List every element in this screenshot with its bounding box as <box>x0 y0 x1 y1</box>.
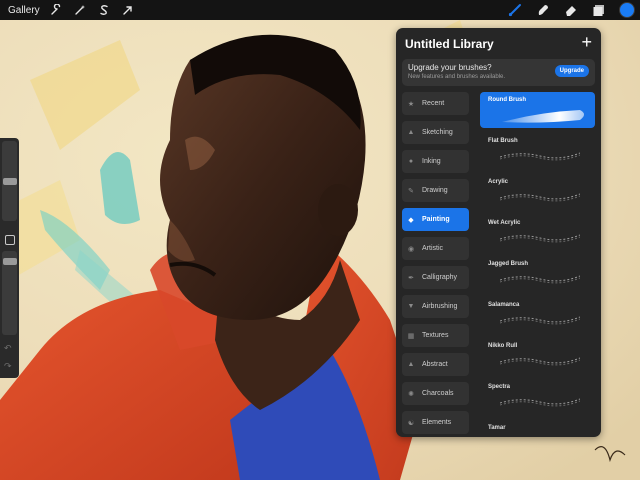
brush-category-list: ★ Recent ▲ Sketching ● Inking ✎ Drawing … <box>402 92 470 437</box>
color-picker-button[interactable] <box>619 2 635 18</box>
upgrade-button[interactable]: Upgrade <box>554 65 589 77</box>
brush-item-nikko-rull[interactable]: Nikko Rull <box>480 338 595 379</box>
brush-stroke-preview <box>500 193 580 202</box>
category-charcoals[interactable]: ✺ Charcoals <box>402 382 469 405</box>
wrench-icon[interactable] <box>48 2 64 18</box>
brush-name: Round Brush <box>488 97 526 103</box>
ink-drop-icon: ● <box>408 158 414 165</box>
brush-list: Round Brush Flat Brush Acrylic Wet Acryl… <box>480 92 595 437</box>
panel-title: Untitled Library <box>405 37 494 51</box>
category-label: Textures <box>422 332 449 339</box>
add-brush-set-icon[interactable]: + <box>581 33 592 51</box>
magic-wand-icon[interactable] <box>72 2 88 18</box>
category-inking[interactable]: ● Inking <box>402 150 469 173</box>
drawing-icon: ✎ <box>408 187 414 195</box>
category-label: Drawing <box>422 187 448 194</box>
brush-item-jagged-brush[interactable]: Jagged Brush <box>480 256 595 297</box>
brush-stroke-preview <box>500 234 580 243</box>
category-abstract[interactable]: ▲ Abstract <box>402 353 469 376</box>
category-artistic[interactable]: ◉ Artistic <box>402 237 469 260</box>
brush-name: Salamanca <box>488 302 520 308</box>
brush-item-tamar[interactable]: Tamar <box>480 420 595 437</box>
eraser-icon[interactable] <box>563 2 579 18</box>
yin-yang-icon: ☯ <box>407 419 415 427</box>
texture-icon: ▦ <box>407 332 415 340</box>
brush-item-spectra[interactable]: Spectra <box>480 379 595 420</box>
category-airbrushing[interactable]: ▼ Airbrushing <box>402 295 469 318</box>
left-sidebar: ↶ ↷ <box>0 138 19 378</box>
brush-stroke-preview <box>500 275 580 284</box>
category-sketching[interactable]: ▲ Sketching <box>402 121 469 144</box>
upgrade-banner: Upgrade your brushes? New features and b… <box>402 59 595 86</box>
paint-brush-icon: ◆ <box>408 216 414 224</box>
category-label: Recent <box>422 100 445 107</box>
undo-icon[interactable]: ↶ <box>4 343 12 354</box>
pencil-tip-icon: ▲ <box>407 129 415 136</box>
brush-name: Acrylic <box>488 179 509 185</box>
brush-name: Jagged Brush <box>488 261 529 267</box>
category-label: Airbrushing <box>422 303 458 310</box>
top-toolbar: Gallery <box>0 0 640 20</box>
modify-button[interactable] <box>5 235 15 245</box>
brush-item-acrylic[interactable]: Acrylic <box>480 174 595 215</box>
brush-item-round-brush[interactable]: Round Brush <box>480 92 595 128</box>
category-drawing[interactable]: ✎ Drawing <box>402 179 469 202</box>
brush-stroke-preview <box>500 152 580 161</box>
selection-s-icon[interactable] <box>96 2 112 18</box>
category-textures[interactable]: ▦ Textures <box>402 324 469 347</box>
category-recent[interactable]: ★ Recent <box>402 92 469 115</box>
tool-group <box>507 0 640 20</box>
charcoal-icon: ✺ <box>408 390 414 398</box>
opacity-slider[interactable] <box>2 251 17 335</box>
arrow-cursor-icon[interactable] <box>120 2 136 18</box>
brush-library-panel: Untitled Library + Upgrade your brushes?… <box>396 28 601 437</box>
category-elements[interactable]: ☯ Elements <box>402 411 469 434</box>
brush-name: Spectra <box>488 384 511 390</box>
category-label: Charcoals <box>422 390 454 397</box>
brush-name: Nikko Rull <box>488 343 518 349</box>
gallery-button[interactable]: Gallery <box>8 5 40 16</box>
opacity-thumb[interactable] <box>3 258 17 265</box>
brush-name: Wet Acrylic <box>488 220 521 226</box>
brush-stroke-preview <box>500 398 580 407</box>
calligraphy-icon: ✒ <box>408 274 414 282</box>
smudge-icon[interactable] <box>535 2 551 18</box>
brush-size-slider[interactable] <box>2 141 17 221</box>
airbrush-icon: ▼ <box>407 303 415 310</box>
brush-size-thumb[interactable] <box>3 178 17 185</box>
brush-name: Flat Brush <box>488 138 518 144</box>
brush-name: Tamar <box>488 425 506 431</box>
brush-icon[interactable] <box>507 2 523 18</box>
category-label: Abstract <box>422 361 448 368</box>
category-calligraphy[interactable]: ✒ Calligraphy <box>402 266 469 289</box>
category-painting[interactable]: ◆ Painting <box>402 208 469 231</box>
brush-stroke-preview <box>500 316 580 325</box>
category-label: Inking <box>422 158 441 165</box>
category-label: Sketching <box>422 129 453 136</box>
star-icon: ★ <box>407 100 415 108</box>
brush-stroke-preview <box>500 357 580 366</box>
redo-icon[interactable]: ↷ <box>4 361 12 372</box>
brush-item-wet-acrylic[interactable]: Wet Acrylic <box>480 215 595 256</box>
category-label: Painting <box>422 216 450 223</box>
brush-item-flat-brush[interactable]: Flat Brush <box>480 133 595 174</box>
layers-icon[interactable] <box>591 2 607 18</box>
brush-item-salamanca[interactable]: Salamanca <box>480 297 595 338</box>
brush-stroke-preview <box>502 110 584 123</box>
category-label: Calligraphy <box>422 274 458 281</box>
triangle-icon: ▲ <box>407 361 415 368</box>
category-label: Artistic <box>422 245 443 252</box>
upgrade-title: Upgrade your brushes? <box>408 63 492 72</box>
palette-icon: ◉ <box>407 245 415 253</box>
upgrade-subtitle: New features and brushes available. <box>408 74 506 80</box>
category-label: Elements <box>422 419 452 426</box>
